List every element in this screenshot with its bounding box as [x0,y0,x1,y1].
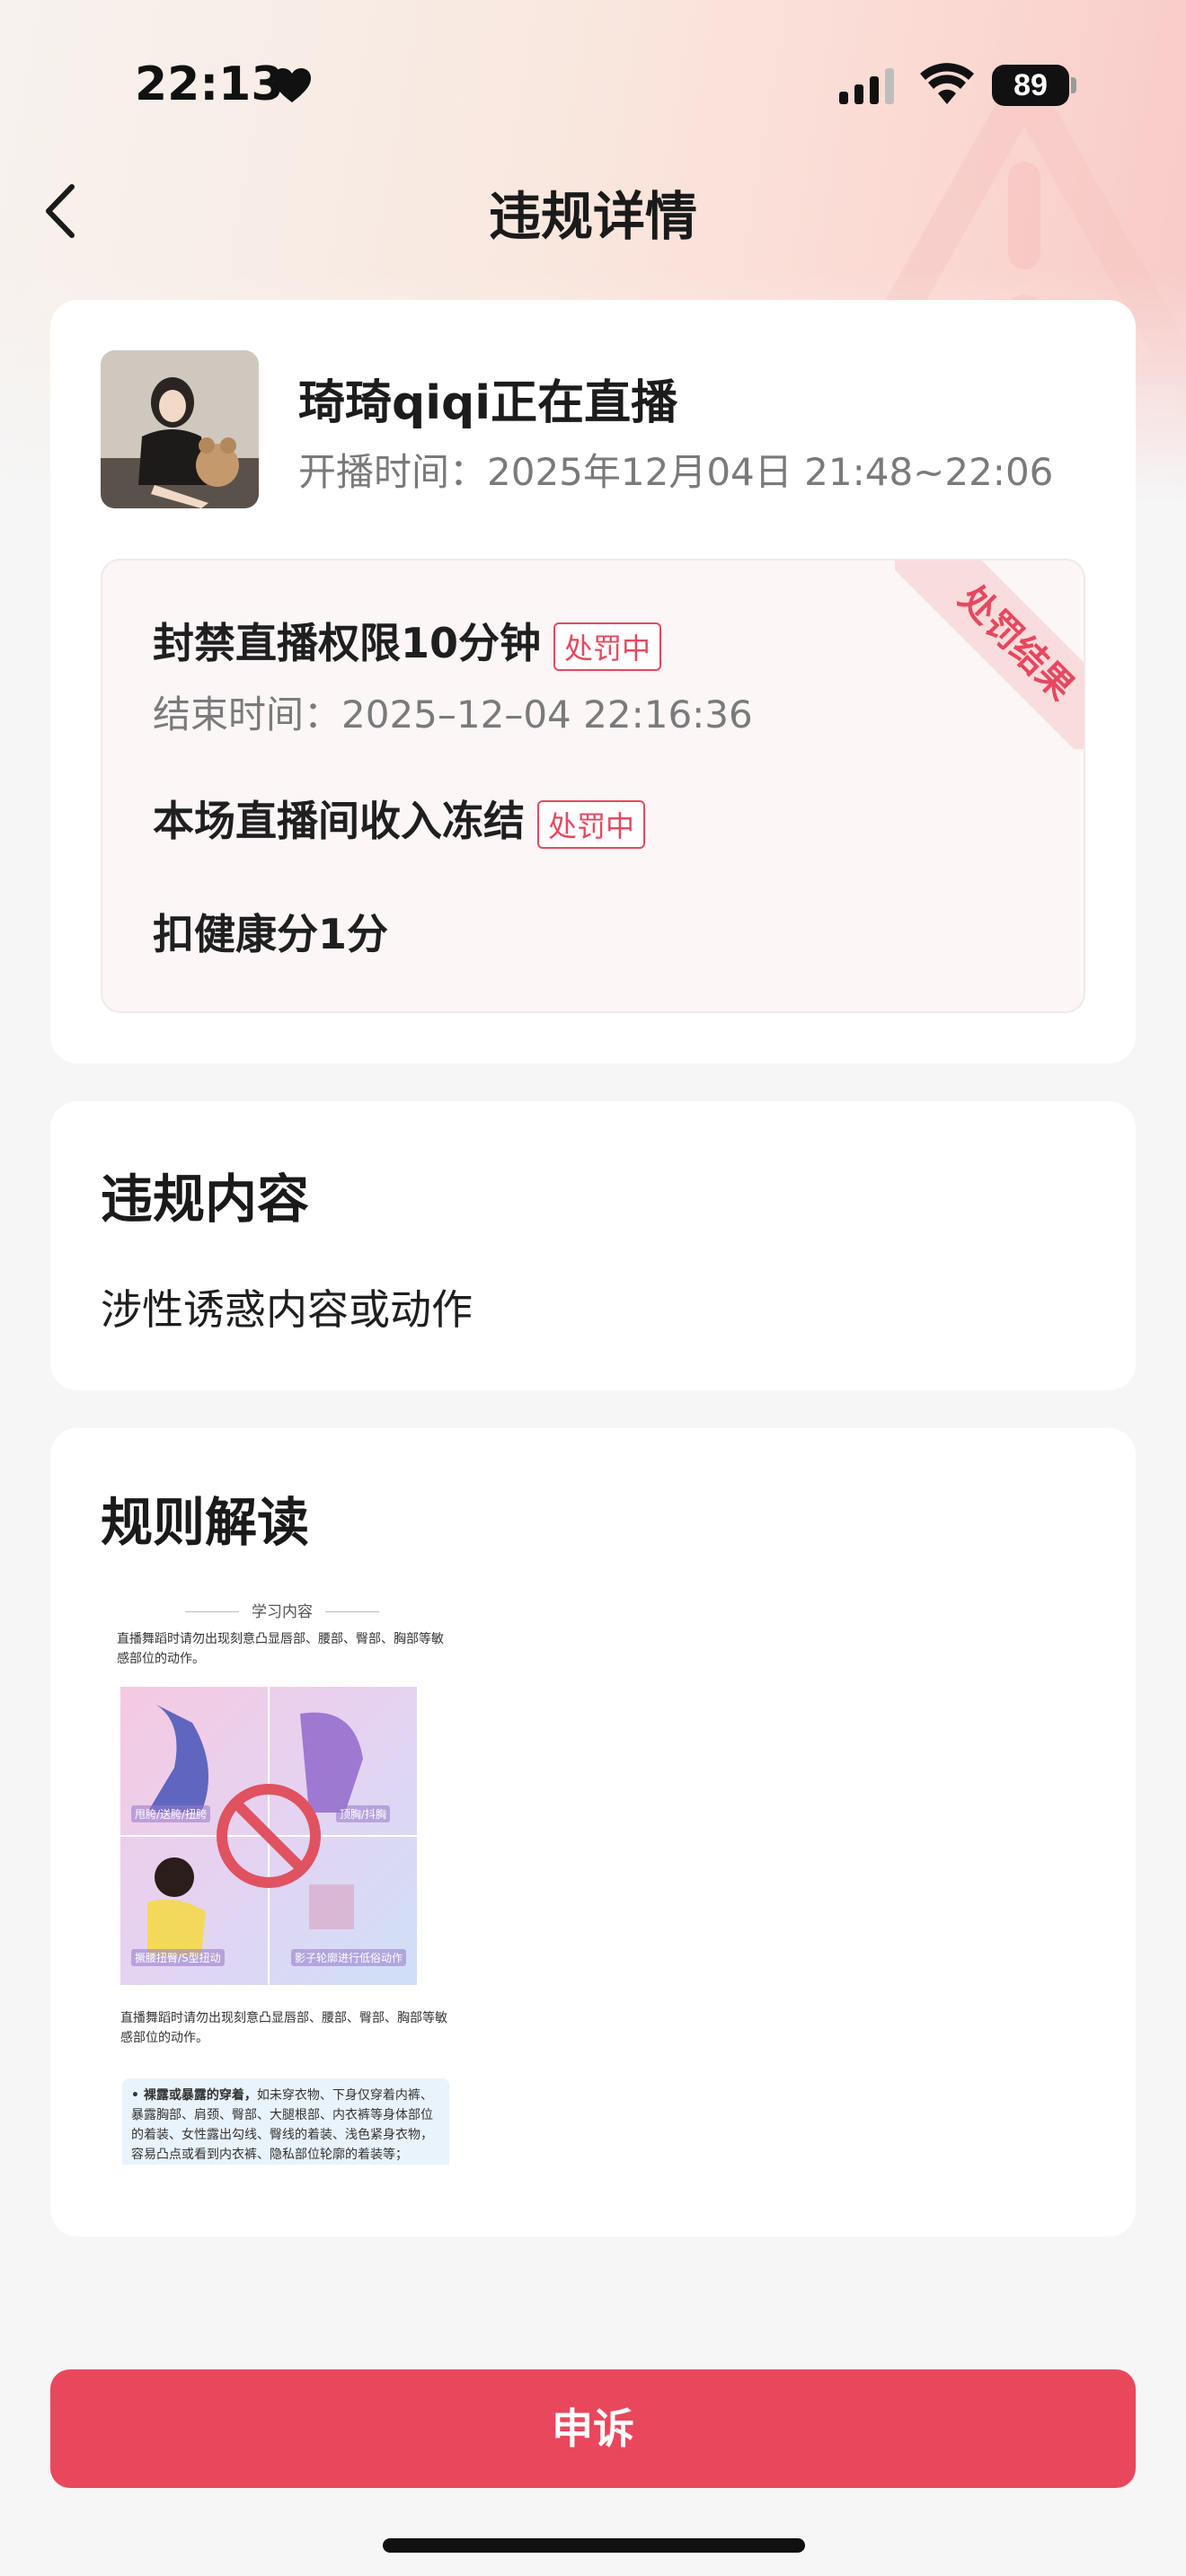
heart-icon [273,68,311,102]
penalty-ribbon-label: 处罚结果 [895,560,1084,749]
rules-title: 规则解读 [101,1492,310,1553]
rules-image-note-bold: • 裸露或暴露的穿着， [131,2088,257,2103]
violation-content: 涉性诱惑内容或动作 [101,1285,473,1334]
penalty-end-time: 结束时间：2025–12–04 22:16:36 [153,693,753,737]
rules-illustration: 甩胯/送胯/扭胯 顶胸/抖胸 撅腰扭臀/S型扭动 影子轮廓进行低俗动作 [120,1687,417,1985]
live-info-card: 琦琦qiqi正在直播 开播时间：2025年12月04日 21:48~22:06 … [50,300,1136,1063]
penalty-item-income-freeze: 本场直播间收入冻结 处罚中 [153,789,646,849]
rules-card: 规则解读 学习内容 直播舞蹈时请勿出现刻意凸显唇部、腰部、臀部、胸部等敏感部位的… [50,1428,1136,2236]
rules-image-text: 直播舞蹈时请勿出现刻意凸显唇部、腰部、臀部、胸部等敏感部位的动作。 [120,2011,447,2045]
rules-image-text: 直播舞蹈时请勿出现刻意凸显唇部、腰部、臀部、胸部等敏感部位的动作。 [117,1632,444,1666]
status-badge: 处罚中 [537,799,646,849]
illustration-label: 影子轮廓进行低俗动作 [291,1949,407,1966]
status-time: 22:13 [135,57,284,111]
violation-title: 违规内容 [101,1169,310,1230]
avatar[interactable] [101,350,259,508]
avatar-image [101,350,259,508]
battery-indicator: 89 [992,65,1069,106]
rules-image-header: 学习内容 [252,1603,313,1621]
rules-image[interactable]: 学习内容 直播舞蹈时请勿出现刻意凸显唇部、腰部、臀部、胸部等敏感部位的动作。 甩… [110,1599,455,2165]
anchor-live-title: 琦琦qiqi正在直播 [298,376,678,430]
penalty-ribbon: 处罚结果 [895,560,1084,749]
rules-image-note-text: • 裸露或暴露的穿着，如未穿衣物、下身仅穿着内裤、暴露胸部、肩颈、臀部、大腿根部… [131,2086,442,2165]
illustration-label: 顶胸/抖胸 [336,1805,391,1822]
penalty-item-label: 扣健康分1分 [153,910,389,958]
penalty-item-health-score: 扣健康分1分 [153,902,388,961]
penalty-item-label: 本场直播间收入冻结 [153,797,525,845]
home-indicator [383,2538,805,2553]
illustration-label: 撅腰扭臀/S型扭动 [131,1949,225,1966]
signal-icon [839,68,894,104]
illustration-label: 甩胯/送胯/扭胯 [131,1805,211,1822]
rules-image-note: • 裸露或暴露的穿着，如未穿衣物、下身仅穿着内裤、暴露胸部、肩颈、臀部、大腿根部… [122,2078,449,2165]
appeal-button[interactable]: 申诉 [50,2369,1136,2488]
wifi-icon [920,63,974,104]
penalty-item-label: 封禁直播权限10分钟 [153,619,542,667]
prohibited-dance-illustration [120,1687,417,1985]
live-time: 开播时间：2025年12月04日 21:48~22:06 [298,450,1054,494]
status-badge: 处罚中 [553,622,662,671]
violation-card: 违规内容 涉性诱惑内容或动作 [50,1101,1136,1390]
penalty-result-box: 处罚结果 封禁直播权限10分钟 处罚中 结束时间：2025–12–04 22:16… [101,559,1085,1013]
page-title: 违规详情 [488,186,697,247]
penalty-item-ban: 封禁直播权限10分钟 处罚中 [153,611,662,671]
battery-tip [1071,77,1076,93]
